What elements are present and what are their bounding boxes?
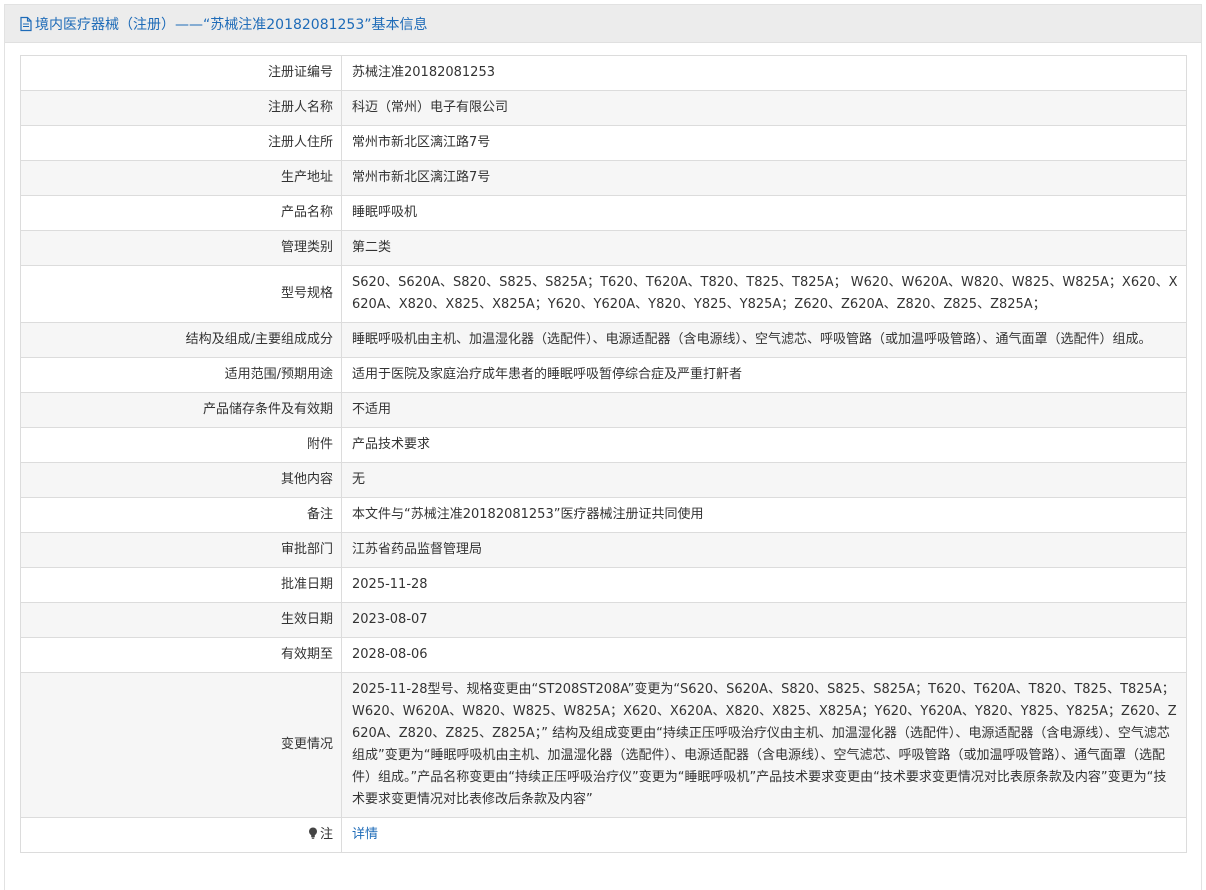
details-link[interactable]: 详情: [352, 827, 378, 842]
field-label: 批准日期: [20, 567, 342, 603]
info-row: 管理类别 第二类: [20, 230, 1187, 266]
info-row: 变更情况 2025-11-28型号、规格变更由“ST208ST208A”变更为“S…: [20, 672, 1187, 818]
field-label: 注册证编号: [20, 55, 342, 91]
info-row: 其他内容无: [20, 462, 1187, 498]
field-label: 产品储存条件及有效期: [20, 392, 342, 428]
detail-panel: 境内医疗器械（注册）——“苏械注准20182081253”基本信息 注册证编号苏…: [4, 4, 1202, 890]
field-value: 无: [341, 462, 1187, 498]
field-label: 管理类别: [20, 230, 342, 266]
info-row: 适用范围/预期用途 适用于医院及家庭治疗成年患者的睡眠呼吸暂停综合症及严重打鼾者: [20, 357, 1187, 393]
note-row: 注 详情: [20, 817, 1187, 853]
info-row: 审批部门 江苏省药品监督管理局: [20, 532, 1187, 568]
field-value: 科迈（常州）电子有限公司: [341, 90, 1187, 126]
field-label: 生产地址: [20, 160, 342, 196]
field-value: 苏械注准20182081253: [341, 55, 1187, 91]
lightbulb-icon: [308, 825, 318, 839]
info-row: 型号规格 S620、S620A、S820、S825、S825A；T620、T620…: [20, 265, 1187, 323]
info-row: 产品储存条件及有效期 不适用: [20, 392, 1187, 428]
info-row: 注册人名称 科迈（常州）电子有限公司: [20, 90, 1187, 126]
field-value: 2025-11-28: [341, 567, 1187, 603]
panel-header: 境内医疗器械（注册）——“苏械注准20182081253”基本信息: [5, 5, 1201, 43]
field-label: 注: [20, 817, 342, 853]
field-value: 第二类: [341, 230, 1187, 266]
field-value: 不适用: [341, 392, 1187, 428]
field-value: 睡眠呼吸机由主机、加温湿化器（选配件）、电源适配器（含电源线）、空气滤芯、呼吸管…: [341, 322, 1187, 358]
info-row: 附件 产品技术要求: [20, 427, 1187, 463]
field-value: 2028-08-06: [341, 637, 1187, 673]
info-row: 产品名称 睡眠呼吸机: [20, 195, 1187, 231]
field-label: 附件: [20, 427, 342, 463]
info-row: 注册证编号 苏械注准20182081253: [20, 55, 1187, 91]
info-row: 有效期至 2028-08-06: [20, 637, 1187, 673]
info-table: 注册证编号 苏械注准20182081253 注册人名称 科迈（常州）电子有限公司 注册人…: [20, 55, 1187, 853]
field-value: 详情: [341, 817, 1187, 853]
field-label: 型号规格: [20, 265, 342, 323]
info-row: 结构及组成/主要组成成分 睡眠呼吸机由主机、加温湿化器（选配件）、电源适配器（含电…: [20, 322, 1187, 358]
field-label: 注册人住所: [20, 125, 342, 161]
field-label: 产品名称: [20, 195, 342, 231]
panel-body: 注册证编号 苏械注准20182081253 注册人名称 科迈（常州）电子有限公司 注册人…: [5, 43, 1201, 890]
field-value: S620、S620A、S820、S825、S825A；T620、T620A、T8…: [341, 265, 1187, 323]
field-label: 其他内容: [20, 462, 342, 498]
field-label: 有效期至: [20, 637, 342, 673]
info-row: 注册人住所 常州市新北区漓江路7号: [20, 125, 1187, 161]
field-label: 注册人名称: [20, 90, 342, 126]
field-label: 适用范围/预期用途: [20, 357, 342, 393]
field-label: 备注: [20, 497, 342, 533]
field-value: 产品技术要求: [341, 427, 1187, 463]
field-label: 审批部门: [20, 532, 342, 568]
field-label: 结构及组成/主要组成成分: [20, 322, 342, 358]
field-label: 生效日期: [20, 602, 342, 638]
note-label: 注: [319, 827, 333, 842]
info-row: 生效日期 2023-08-07: [20, 602, 1187, 638]
field-value: 常州市新北区漓江路7号: [341, 160, 1187, 196]
field-label: 变更情况: [20, 672, 342, 818]
field-value: 江苏省药品监督管理局: [341, 532, 1187, 568]
page-title: 境内医疗器械（注册）——“苏械注准20182081253”基本信息: [35, 16, 428, 33]
info-row: 生产地址 常州市新北区漓江路7号: [20, 160, 1187, 196]
field-value: 2023-08-07: [341, 602, 1187, 638]
info-row: 备注 本文件与“苏械注准20182081253”医疗器械注册证共同使用: [20, 497, 1187, 533]
field-value: 本文件与“苏械注准20182081253”医疗器械注册证共同使用: [341, 497, 1187, 533]
field-value: 2025-11-28型号、规格变更由“ST208ST208A”变更为“S620、…: [341, 672, 1187, 818]
info-row: 批准日期 2025-11-28: [20, 567, 1187, 603]
field-value: 常州市新北区漓江路7号: [341, 125, 1187, 161]
field-value: 适用于医院及家庭治疗成年患者的睡眠呼吸暂停综合症及严重打鼾者: [341, 357, 1187, 393]
field-value: 睡眠呼吸机: [341, 195, 1187, 231]
document-icon: [19, 16, 33, 32]
